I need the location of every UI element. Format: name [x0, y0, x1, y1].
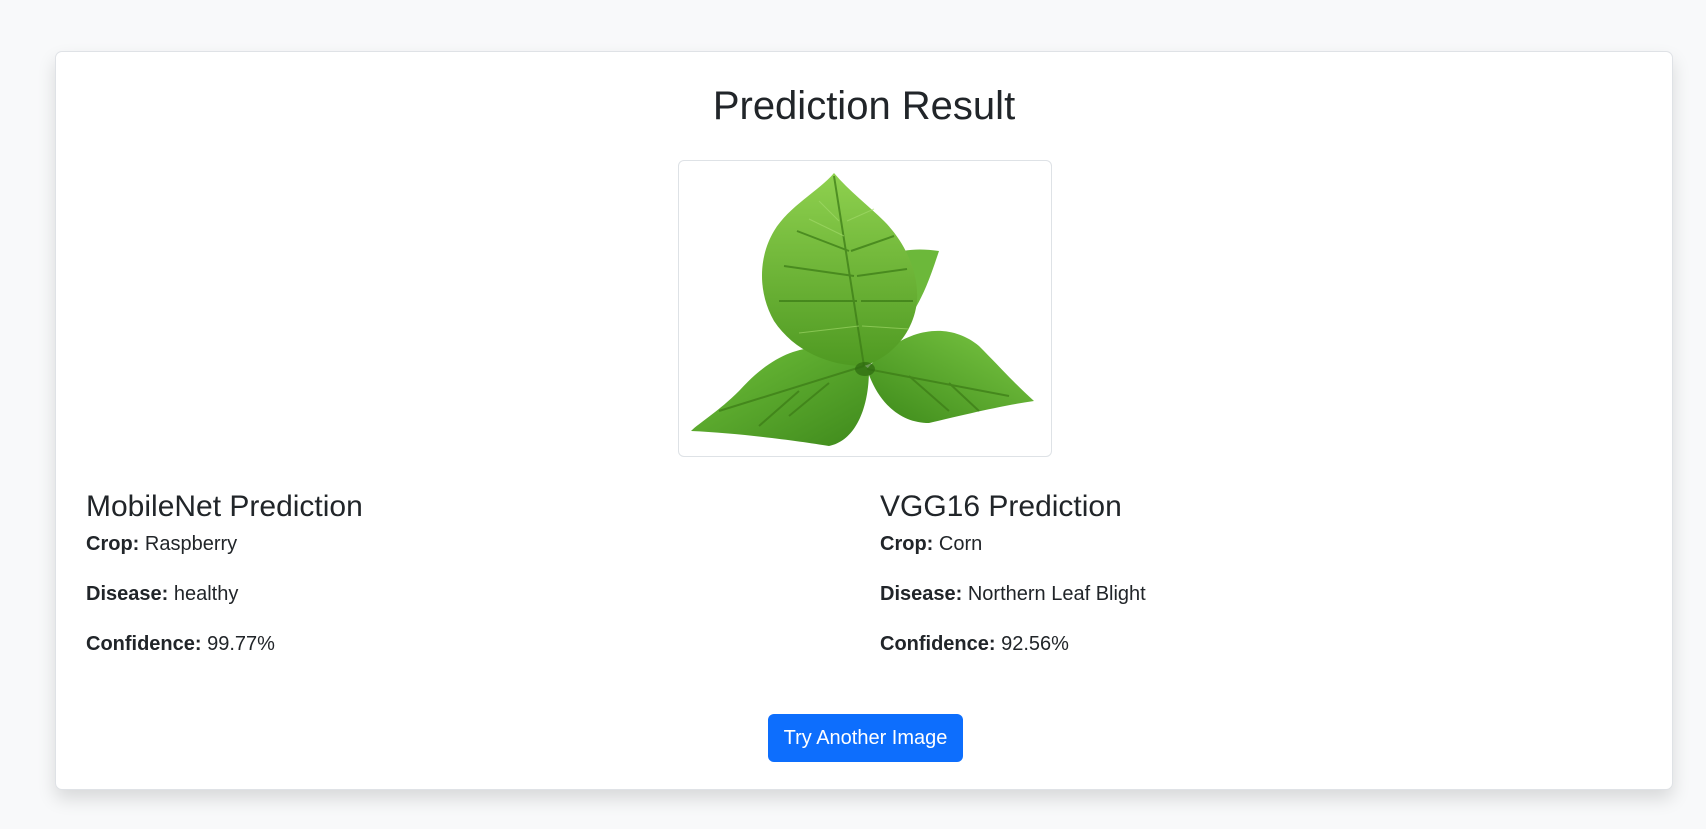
confidence-label: Confidence: [880, 633, 996, 655]
disease-value: Northern Leaf Blight [967, 583, 1146, 605]
crop-value: Raspberry [144, 533, 238, 555]
crop-label: Crop: [86, 533, 140, 555]
vgg16-confidence: Confidence: 92.56% [880, 632, 1069, 656]
vgg16-crop: Crop: Corn [880, 532, 982, 556]
disease-value: healthy [173, 583, 239, 605]
confidence-value: 99.77% [207, 633, 275, 655]
confidence-label: Confidence: [86, 633, 202, 655]
leaf-illustration [691, 173, 1034, 446]
disease-label: Disease: [880, 583, 963, 605]
vgg16-prediction: VGG16 Prediction Crop: Corn Disease: Nor… [880, 489, 1640, 655]
leaf-image [678, 160, 1052, 457]
result-card: Prediction Result MobileNet Prediction C… [55, 51, 1673, 790]
mobilenet-prediction: MobileNet Prediction Crop: Raspberry Dis… [86, 489, 846, 655]
disease-label: Disease: [86, 583, 169, 605]
confidence-value: 92.56% [1001, 633, 1069, 655]
mobilenet-heading: MobileNet Prediction [86, 490, 363, 523]
vgg16-heading: VGG16 Prediction [880, 490, 1122, 523]
vgg16-disease: Disease: Northern Leaf Blight [880, 582, 1146, 606]
crop-label: Crop: [880, 533, 934, 555]
try-another-image-button[interactable]: Try Another Image [768, 714, 963, 762]
mobilenet-crop: Crop: Raspberry [86, 532, 237, 556]
mobilenet-confidence: Confidence: 99.77% [86, 632, 275, 656]
mobilenet-disease: Disease: healthy [86, 582, 238, 606]
crop-value: Corn [938, 533, 983, 555]
page-title: Prediction Result [712, 84, 1016, 128]
